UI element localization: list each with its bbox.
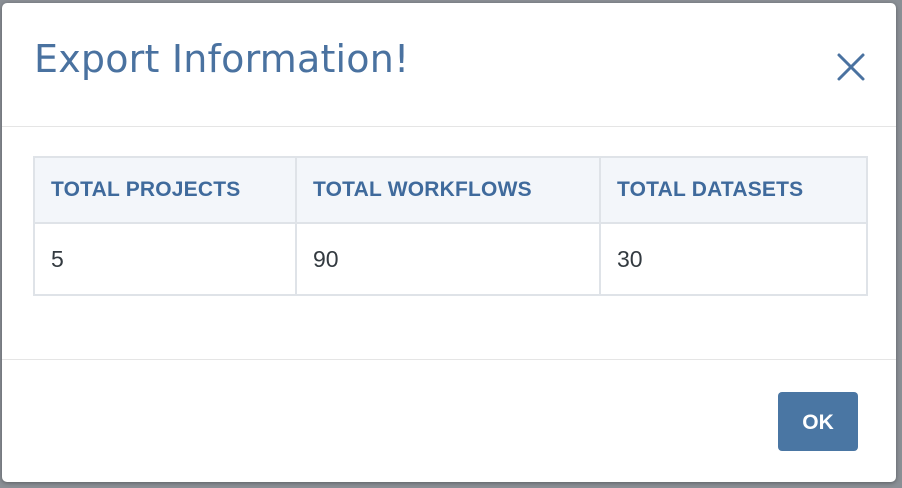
close-button[interactable] (830, 47, 870, 87)
column-header-total-datasets: TOTAL DATASETS (599, 156, 868, 224)
ok-button[interactable]: OK (778, 392, 858, 451)
dialog-body: TOTAL PROJECTS TOTAL WORKFLOWS TOTAL DAT… (2, 127, 896, 360)
cell-total-projects: 5 (33, 222, 297, 296)
dialog-title: Export Information! (34, 37, 410, 81)
column-header-total-workflows: TOTAL WORKFLOWS (295, 156, 601, 224)
column-header-total-projects: TOTAL PROJECTS (33, 156, 297, 224)
export-summary-table: TOTAL PROJECTS TOTAL WORKFLOWS TOTAL DAT… (33, 156, 868, 296)
close-icon (837, 53, 865, 81)
export-info-dialog: Export Information! TOTAL PROJECTS TOTAL… (2, 3, 896, 482)
table-header-row: TOTAL PROJECTS TOTAL WORKFLOWS TOTAL DAT… (33, 156, 868, 224)
dialog-header: Export Information! (2, 3, 896, 127)
cell-total-datasets: 30 (599, 222, 868, 296)
table-row: 5 90 30 (33, 222, 868, 296)
cell-total-workflows: 90 (295, 222, 601, 296)
